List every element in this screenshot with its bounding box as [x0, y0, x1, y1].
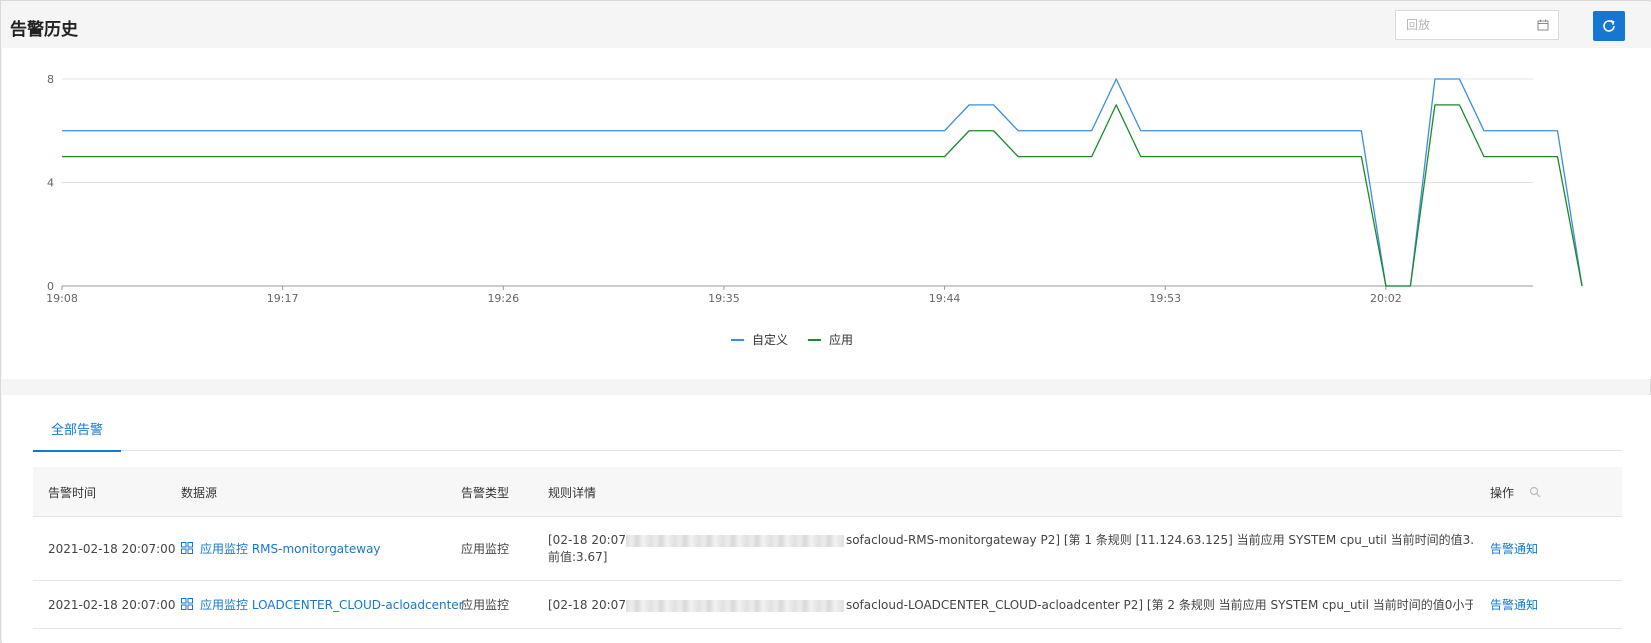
column-header-source: 数据源: [181, 486, 218, 500]
x-tick-label: 19:17: [267, 292, 299, 305]
data-source-link[interactable]: 应用监控 LOADCENTER_CLOUD-acloadcenter: [181, 597, 464, 614]
y-tick-label: 4: [47, 177, 54, 190]
calendar-icon[interactable]: [1536, 18, 1550, 32]
y-tick-label: 8: [47, 73, 54, 86]
table-row: 2021-02-18 20:07:00 应用监控 LOADCENTER_CLOU…: [33, 581, 1622, 629]
header: 告警历史: [2, 2, 1651, 48]
replay-date-picker[interactable]: [1395, 10, 1559, 40]
tab-all-alarms[interactable]: 全部告警: [33, 419, 121, 452]
alarm-tabs: 全部告警: [33, 419, 1622, 452]
refresh-icon: [1603, 19, 1615, 32]
table-header: 告警时间 数据源 告警类型 规则详情 操作: [33, 467, 1622, 517]
chart-legend: 自定义 应用: [2, 331, 1651, 351]
data-source-link[interactable]: 应用监控 RMS-monitorgateway: [181, 541, 381, 558]
legend-label: 应用: [829, 333, 854, 347]
replay-date-input[interactable]: [1396, 11, 1526, 39]
alarm-type: 应用监控: [461, 598, 510, 612]
tab-active-indicator: [33, 450, 121, 452]
dashboard-icon: [181, 598, 193, 610]
alarm-type: 应用监控: [461, 542, 510, 556]
legend-item-app[interactable]: 应用: [808, 331, 853, 351]
alarm-chart-panel: 0 4 8 19:08 19:17 19:26 19:35 19:44 19:53 20:02 自…: [2, 48, 1651, 379]
legend-label: 自定义: [752, 333, 789, 347]
legend-item-custom[interactable]: 自定义: [731, 331, 788, 351]
alarm-table: 告警时间 数据源 告警类型 规则详情 操作 2021-02-18 20:07:0…: [33, 467, 1622, 629]
x-tick-label: 19:53: [1149, 292, 1181, 305]
column-header-type: 告警类型: [461, 486, 510, 500]
redacted-text: [625, 599, 844, 612]
x-tick-label: 20:02: [1370, 292, 1402, 305]
app-frame: 告警历史 04819:0819:1719:2619:3519:4419:5320…: [0, 0, 1651, 643]
alarm-time: 2021-02-18 20:07:00: [48, 598, 176, 612]
rule-detail: [02-18 20:07 sofacloud-LOADCENTER_CLOUD-a…: [548, 598, 1473, 612]
alarm-notify-link[interactable]: 告警通知: [1490, 541, 1538, 558]
alarm-notify-link[interactable]: 告警通知: [1490, 597, 1538, 614]
x-tick-label: 19:26: [487, 292, 519, 305]
legend-swatch: [808, 338, 821, 341]
legend-swatch: [731, 338, 744, 341]
x-tick-label: 19:08: [46, 292, 78, 305]
redacted-text: [625, 534, 844, 547]
column-header-action: 操作: [1490, 486, 1515, 500]
column-header-detail: 规则详情: [548, 486, 597, 500]
search-icon[interactable]: [1529, 486, 1541, 498]
alarm-time: 2021-02-18 20:07:00: [48, 542, 176, 556]
rule-detail: [02-18 20:07 sofacloud-RMS-monitorgateway…: [548, 533, 1473, 564]
x-tick-label: 19:35: [708, 292, 740, 305]
alarm-table-panel: 全部告警 告警时间 数据源 告警类型 规则详情 操作 2021-02-18 20…: [2, 395, 1651, 643]
alarm-history-chart: 04819:08 19:17 19:26 19:35 19:44 19:53 20:02: [46, 73, 1583, 305]
series-line-app: [62, 104, 1583, 287]
table-row: 2021-02-18 20:07:00 应用监控 RMS-monitorgate…: [33, 517, 1622, 581]
page-title: 告警历史: [10, 20, 78, 40]
dashboard-icon: [181, 542, 193, 554]
refresh-button[interactable]: [1593, 11, 1625, 41]
x-tick-label: 19:44: [929, 292, 961, 305]
column-header-time: 告警时间: [48, 486, 97, 500]
